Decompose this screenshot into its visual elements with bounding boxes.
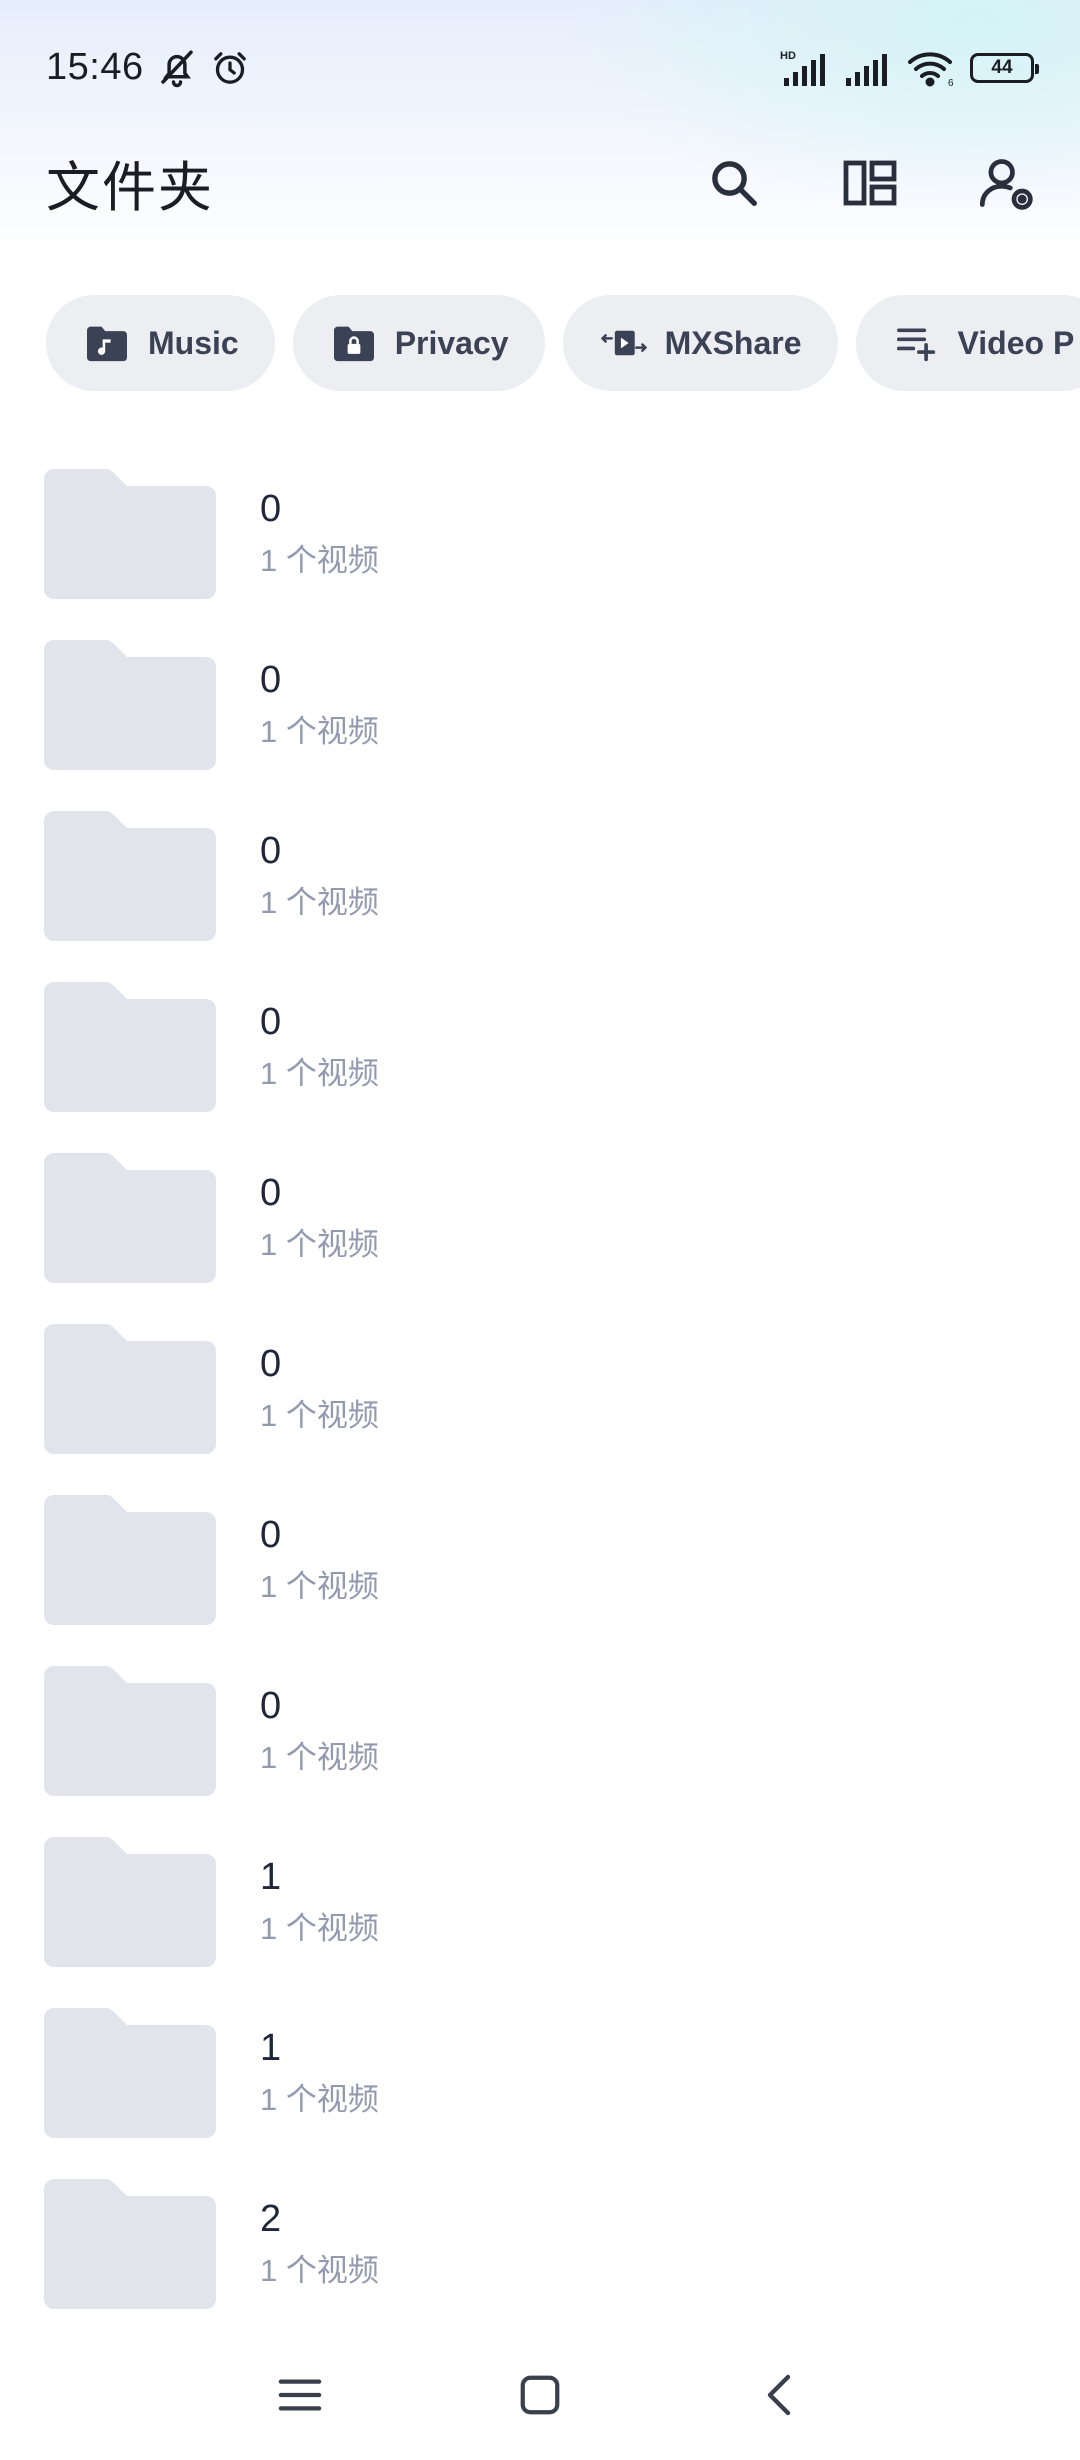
- search-button[interactable]: [706, 155, 762, 211]
- folder-row[interactable]: 0 1 个视频: [0, 1474, 1080, 1645]
- chip-label: Privacy: [394, 324, 509, 361]
- alarm-icon: [210, 48, 250, 88]
- chip-bar: Music Privacy MXShare Video P: [0, 280, 1080, 410]
- folder-name: 0: [260, 658, 282, 701]
- folder-video-count: 1 个视频: [260, 713, 379, 749]
- app-bar: 文件夹: [0, 135, 1080, 230]
- chip-video-playlist[interactable]: Video P: [855, 295, 1080, 391]
- folder-icon: [44, 468, 216, 599]
- folder-icon: [44, 981, 216, 1112]
- folder-name: 2: [260, 2197, 282, 2240]
- share-transfer-icon: [600, 320, 647, 366]
- hd-signal-icon: HD: [780, 48, 832, 88]
- layout-icon: [843, 160, 897, 205]
- folder-row[interactable]: 0 1 个视频: [0, 1645, 1080, 1816]
- status-time: 15:46: [46, 46, 144, 88]
- folder-icon: [44, 1665, 216, 1796]
- wifi-icon: 6: [906, 48, 958, 88]
- folder-row[interactable]: 1 1 个视频: [0, 1987, 1080, 2158]
- chip-mxshare[interactable]: MXShare: [562, 295, 838, 391]
- folder-name: 0: [260, 487, 282, 530]
- folder-video-count: 1 个视频: [260, 1739, 379, 1775]
- folder-video-count: 1 个视频: [260, 2252, 379, 2288]
- folder-icon: [44, 639, 216, 770]
- chip-label: MXShare: [664, 324, 802, 361]
- folder-row[interactable]: 1 1 个视频: [0, 1816, 1080, 1987]
- back-icon: [767, 2374, 791, 2416]
- folder-video-count: 1 个视频: [260, 884, 379, 920]
- folder-name: 0: [260, 1342, 282, 1385]
- folder-video-count: 1 个视频: [260, 1055, 379, 1091]
- folder-name: 0: [260, 829, 282, 872]
- chip-label: Music: [148, 324, 239, 361]
- folder-icon: [44, 1836, 216, 1967]
- status-bar: 15:46 HD 6 44: [0, 0, 1080, 135]
- signal-icon: [844, 48, 894, 88]
- folder-name: 0: [260, 1684, 282, 1727]
- account-settings-button[interactable]: [978, 155, 1034, 211]
- menu-icon: [278, 2379, 322, 2411]
- music-folder-icon: [84, 320, 130, 366]
- folder-video-count: 1 个视频: [260, 2081, 379, 2117]
- folder-icon: [44, 1494, 216, 1625]
- home-icon: [520, 2375, 560, 2415]
- layout-toggle-button[interactable]: [842, 155, 898, 211]
- lock-folder-icon: [331, 320, 377, 366]
- folder-video-count: 1 个视频: [260, 1568, 379, 1604]
- back-button[interactable]: [750, 2365, 810, 2425]
- folder-row[interactable]: 0 1 个视频: [0, 619, 1080, 790]
- battery-icon: 44: [970, 52, 1039, 83]
- svg-text:HD: HD: [780, 50, 796, 62]
- folder-icon: [44, 2178, 216, 2309]
- battery-level: 44: [991, 56, 1013, 78]
- folder-icon: [44, 1152, 216, 1283]
- folder-name: 1: [260, 1855, 282, 1898]
- folder-name: 0: [260, 1171, 282, 1214]
- folder-row[interactable]: 2 1 个视频: [0, 2158, 1080, 2329]
- bell-off-icon: [156, 47, 198, 89]
- search-icon: [712, 160, 757, 206]
- folder-list: 0 1 个视频 0 1 个视频 0 1 个视频 0 1 个视频 0 1 个视频 0 1 个视频 0 1 个…: [0, 448, 1080, 2329]
- svg-text:6: 6: [948, 78, 954, 88]
- folder-row[interactable]: 0 1 个视频: [0, 961, 1080, 1132]
- playlist-add-icon: [894, 320, 940, 366]
- folder-icon: [44, 810, 216, 941]
- folder-video-count: 1 个视频: [260, 1397, 379, 1433]
- chip-privacy[interactable]: Privacy: [292, 295, 545, 391]
- folder-video-count: 1 个视频: [260, 1226, 379, 1262]
- folder-icon: [44, 1323, 216, 1454]
- folder-row[interactable]: 0 1 个视频: [0, 1303, 1080, 1474]
- home-button[interactable]: [510, 2365, 570, 2425]
- folder-row[interactable]: 0 1 个视频: [0, 448, 1080, 619]
- folder-name: 1: [260, 2026, 282, 2069]
- menu-button[interactable]: [270, 2365, 330, 2425]
- folder-name: 0: [260, 1000, 282, 1043]
- navigation-bar: [0, 2330, 1080, 2460]
- chip-label: Video P: [957, 324, 1075, 361]
- account-settings-icon: [979, 158, 1033, 210]
- folder-video-count: 1 个视频: [260, 542, 379, 578]
- folder-row[interactable]: 0 1 个视频: [0, 790, 1080, 961]
- folder-row[interactable]: 0 1 个视频: [0, 1132, 1080, 1303]
- folder-icon: [44, 2007, 216, 2138]
- folder-name: 0: [260, 1513, 282, 1556]
- chip-music[interactable]: Music: [46, 295, 275, 391]
- page-title: 文件夹: [46, 158, 214, 218]
- folder-video-count: 1 个视频: [260, 1910, 379, 1946]
